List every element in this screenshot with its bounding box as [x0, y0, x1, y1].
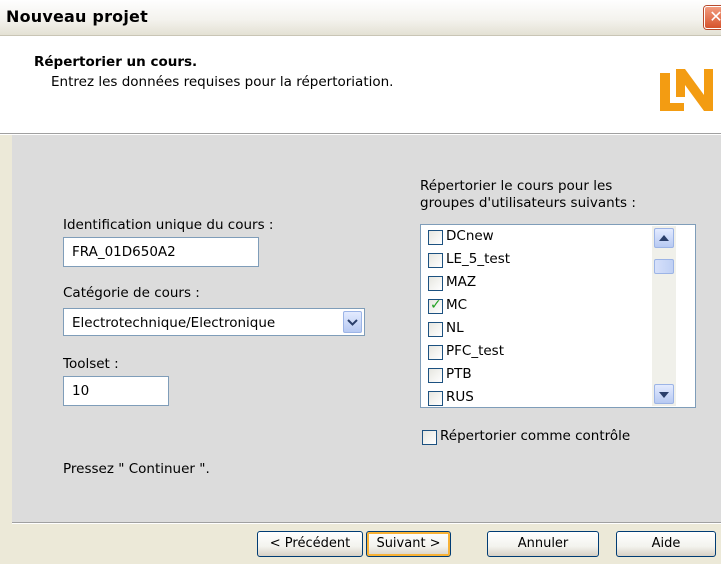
- list-item[interactable]: MAZ: [428, 272, 658, 294]
- list-item[interactable]: PFC_test: [428, 341, 658, 363]
- groups-label-line2: groupes d'utilisateurs suivants :: [420, 195, 636, 211]
- group-checkbox[interactable]: [428, 391, 443, 406]
- groups-scrollbar[interactable]: [652, 226, 676, 406]
- list-item[interactable]: DCnew: [428, 226, 658, 248]
- group-checkbox[interactable]: [428, 276, 443, 291]
- list-item[interactable]: MC: [428, 295, 658, 317]
- cancel-button[interactable]: Annuler: [487, 531, 599, 557]
- group-checkbox[interactable]: [428, 345, 443, 360]
- list-as-control-checkbox[interactable]: Répertorier comme contrôle: [422, 426, 662, 446]
- control-checkbox-label: Répertorier comme contrôle: [440, 428, 631, 444]
- list-item[interactable]: NL: [428, 318, 658, 340]
- arrow-up-icon: [659, 235, 669, 241]
- category-dropdown-button[interactable]: [343, 311, 362, 333]
- group-label: NL: [446, 320, 464, 336]
- groups-label-line1: Répertorier le cours pour les: [420, 178, 613, 194]
- group-label: LE_5_test: [446, 251, 511, 267]
- group-label: MC: [446, 297, 468, 313]
- group-checkbox[interactable]: [428, 322, 443, 337]
- course-id-field[interactable]: FRA_01D650A2: [63, 237, 259, 267]
- scroll-up-button[interactable]: [654, 228, 674, 248]
- chevron-down-icon: [347, 319, 358, 326]
- list-item[interactable]: RUS: [428, 387, 658, 407]
- group-label: PFC_test: [446, 343, 505, 359]
- group-label: MAZ: [446, 274, 477, 290]
- title-bar: Nouveau projet ✕: [0, 0, 721, 36]
- footer-divider-highlight: [12, 523, 721, 524]
- header-title: Répertorier un cours.: [34, 54, 198, 70]
- list-item[interactable]: LE_5_test: [428, 249, 658, 271]
- instruction-text: Pressez " Continuer ".: [63, 461, 210, 477]
- previous-button[interactable]: < Précédent: [257, 531, 363, 557]
- close-button[interactable]: ✕: [704, 6, 721, 29]
- toolset-field[interactable]: 10: [63, 376, 169, 406]
- category-label: Catégorie de cours :: [63, 285, 200, 301]
- group-label: PTB: [446, 366, 472, 382]
- group-label: DCnew: [446, 228, 494, 244]
- group-label: RUS: [446, 389, 474, 405]
- group-checkbox[interactable]: [428, 297, 443, 314]
- course-id-label: Identification unique du cours :: [63, 217, 274, 233]
- control-checkbox-box[interactable]: [422, 430, 437, 445]
- help-button[interactable]: Aide: [616, 531, 716, 557]
- category-value: Electrotechnique/Electronique: [72, 315, 276, 331]
- header-subtitle: Entrez les données requises pour la répe…: [51, 74, 394, 90]
- scroll-thumb[interactable]: [654, 259, 674, 274]
- wizard-header: Répertorier un cours. Entrez les données…: [0, 36, 721, 134]
- list-item[interactable]: PTB: [428, 364, 658, 386]
- toolset-label: Toolset :: [63, 356, 119, 372]
- ln-logo-icon: [660, 69, 713, 111]
- arrow-down-icon: [659, 392, 669, 398]
- group-checkbox[interactable]: [428, 230, 443, 245]
- next-button[interactable]: Suivant >: [366, 531, 451, 557]
- group-checkbox[interactable]: [428, 368, 443, 383]
- window-title: Nouveau projet: [6, 7, 148, 26]
- category-select[interactable]: Electrotechnique/Electronique: [63, 308, 365, 336]
- scroll-down-button[interactable]: [654, 384, 674, 404]
- group-checkbox[interactable]: [428, 253, 443, 268]
